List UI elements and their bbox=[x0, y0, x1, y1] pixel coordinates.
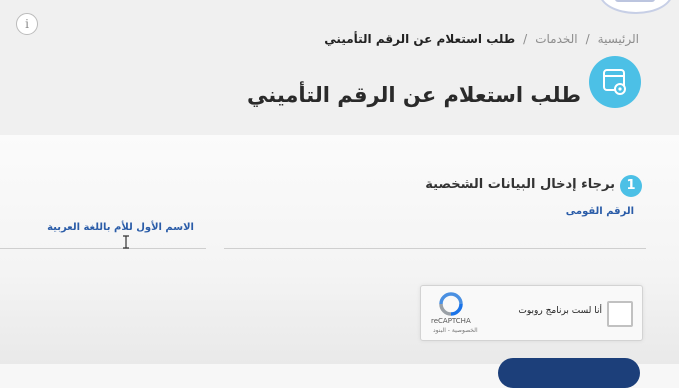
recaptcha-checkbox[interactable] bbox=[607, 301, 633, 327]
submit-button[interactable] bbox=[498, 358, 640, 388]
mother-first-name-input[interactable] bbox=[0, 232, 206, 249]
page-title: طلب استعلام عن الرقم التأميني bbox=[247, 83, 581, 108]
recaptcha-terms-link[interactable]: الخصوصية - البنود bbox=[433, 327, 478, 334]
recaptcha-label: أنا لست برنامج روبوت bbox=[518, 306, 602, 316]
breadcrumb-separator: / bbox=[523, 32, 528, 46]
text-cursor-icon bbox=[123, 234, 129, 249]
breadcrumb-home[interactable]: الرئيسية bbox=[598, 32, 639, 46]
step-title: برجاء إدخال البيانات الشخصية bbox=[425, 177, 615, 192]
recaptcha-logo-icon bbox=[439, 292, 463, 320]
step-number-badge: 1 bbox=[620, 175, 642, 197]
breadcrumb-current: طلب استعلام عن الرقم التأميني bbox=[324, 32, 516, 46]
page-header-area bbox=[0, 0, 679, 135]
national-id-input[interactable] bbox=[224, 218, 646, 249]
breadcrumb-separator: / bbox=[585, 32, 590, 46]
breadcrumb-services[interactable]: الخدمات bbox=[535, 32, 577, 46]
logo-emblem bbox=[615, 0, 655, 2]
breadcrumb: الرئيسية / الخدمات / طلب استعلام عن الرق… bbox=[324, 32, 639, 46]
national-id-label: الرقم القومى bbox=[565, 206, 634, 217]
service-settings-icon bbox=[589, 56, 641, 108]
info-icon[interactable]: i bbox=[16, 13, 38, 35]
recaptcha-widget: أنا لست برنامج روبوت reCAPTCHA الخصوصية … bbox=[420, 285, 643, 341]
recaptcha-brand: reCAPTCHA bbox=[431, 317, 471, 325]
